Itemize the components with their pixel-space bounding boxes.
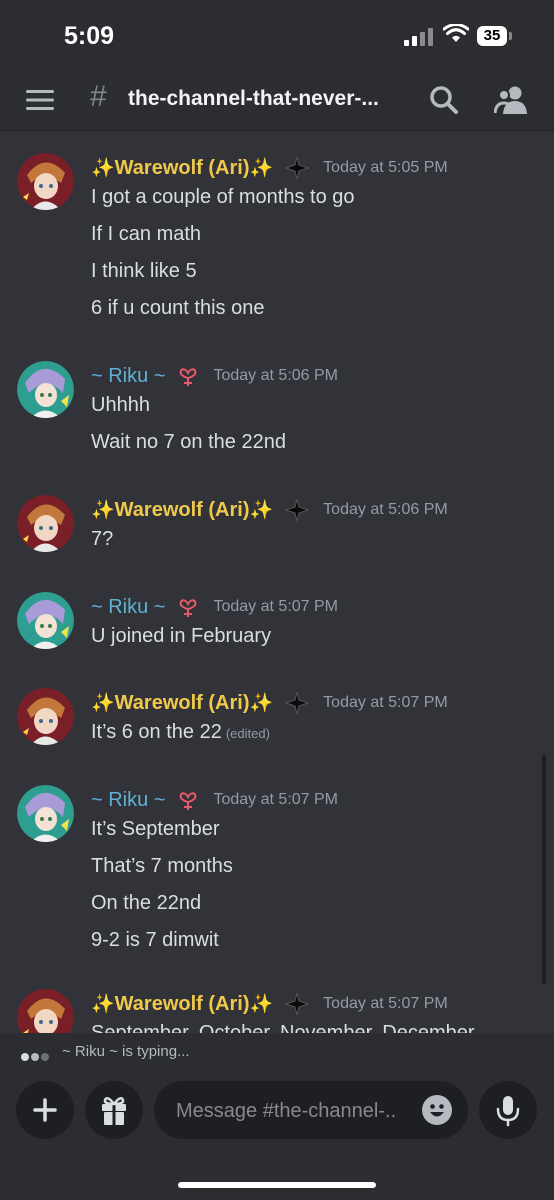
- heart-key-badge-icon: [180, 368, 197, 386]
- message-text: I got a couple of months to go: [91, 186, 355, 208]
- sparkle-icon: ✨: [91, 994, 115, 1015]
- role-badge-icon: [285, 498, 310, 522]
- plus-icon: [33, 1098, 57, 1122]
- message-text-body: It’s 6 on the 22: [91, 721, 222, 743]
- avatar-ari[interactable]: [17, 688, 74, 745]
- username[interactable]: Warewolf (Ari): [115, 993, 250, 1016]
- message-text: Uhhhh: [91, 394, 150, 416]
- channel-hash-icon: #: [90, 80, 107, 113]
- member-list-icon[interactable]: [494, 84, 528, 116]
- username[interactable]: Warewolf (Ari): [115, 499, 250, 522]
- status-bar: 5:09 35: [0, 0, 554, 70]
- message-text: It’s 6 on the 22 (edited): [91, 721, 270, 744]
- voice-message-button[interactable]: [479, 1081, 537, 1139]
- heart-key-badge-icon: [180, 792, 197, 810]
- avatar-riku[interactable]: [17, 361, 74, 418]
- timestamp: Today at 5:07 PM: [213, 791, 338, 808]
- sparkle-icon: ✨: [249, 158, 274, 179]
- heart-key-badge-icon: [180, 599, 197, 617]
- search-icon[interactable]: [428, 84, 460, 116]
- message-text: On the 22nd: [91, 892, 202, 914]
- sparkle-icon: ✨: [249, 693, 274, 714]
- message-input-container: [154, 1081, 468, 1141]
- timestamp: Today at 5:07 PM: [213, 598, 338, 615]
- message-text: 6 if u count this one: [91, 297, 265, 319]
- avatar-riku[interactable]: [17, 785, 74, 842]
- typing-dots-icon: [21, 1048, 51, 1066]
- typing-label: is typing...: [122, 1043, 190, 1060]
- home-indicator[interactable]: [178, 1182, 376, 1188]
- edited-tag: (edited): [225, 726, 270, 741]
- message-text: If I can math: [91, 223, 202, 245]
- scrollbar[interactable]: [542, 755, 546, 985]
- gift-button[interactable]: [85, 1081, 143, 1139]
- sparkle-icon: ✨: [91, 693, 115, 714]
- avatar-ari[interactable]: [17, 495, 74, 552]
- sparkle-icon: ✨: [91, 158, 115, 179]
- microphone-icon: [496, 1096, 520, 1127]
- typing-text: ~ Riku ~ is typing...: [62, 1043, 190, 1060]
- battery-icon: 35: [477, 26, 507, 46]
- message-input[interactable]: [174, 1081, 418, 1141]
- hamburger-menu-icon[interactable]: [26, 88, 54, 112]
- message-text: That’s 7 months: [91, 855, 233, 877]
- message-text: 9-2 is 7 dimwit: [91, 929, 219, 951]
- avatar-ari[interactable]: [17, 989, 74, 1033]
- username[interactable]: ~ Riku ~: [91, 789, 165, 812]
- username[interactable]: ~ Riku ~: [91, 365, 165, 388]
- username[interactable]: Warewolf (Ari): [115, 692, 250, 715]
- timestamp: Today at 5:07 PM: [323, 694, 448, 711]
- avatar-ari[interactable]: [17, 153, 74, 210]
- message-text: 7?: [91, 528, 114, 550]
- message-text: September, October, November, December: [91, 1022, 475, 1033]
- username[interactable]: Warewolf (Ari): [115, 157, 250, 180]
- timestamp: Today at 5:07 PM: [323, 995, 448, 1012]
- emoji-icon[interactable]: [422, 1095, 452, 1125]
- channel-name[interactable]: the-channel-that-never-...: [128, 87, 379, 111]
- cellular-signal-icon: [404, 28, 434, 46]
- message-text: It’s September: [91, 818, 220, 840]
- message-text: U joined in February: [91, 625, 272, 647]
- channel-header: # the-channel-that-never-...: [0, 70, 554, 131]
- timestamp: Today at 5:06 PM: [213, 367, 338, 384]
- timestamp: Today at 5:05 PM: [323, 159, 448, 176]
- avatar-riku[interactable]: [17, 592, 74, 649]
- wifi-icon: [443, 24, 469, 42]
- gift-icon: [102, 1096, 126, 1125]
- message-text: Wait no 7 on the 22nd: [91, 431, 286, 453]
- role-badge-icon: [285, 691, 310, 715]
- sparkle-icon: ✨: [249, 994, 274, 1015]
- message-text: I think like 5: [91, 260, 197, 282]
- battery-tip: [509, 32, 512, 40]
- typing-user: ~ Riku ~: [62, 1043, 118, 1060]
- add-attachment-button[interactable]: [16, 1081, 74, 1139]
- status-time: 5:09: [64, 22, 115, 50]
- sparkle-icon: ✨: [91, 500, 115, 521]
- role-badge-icon: [285, 992, 310, 1016]
- timestamp: Today at 5:06 PM: [323, 501, 448, 518]
- message-list[interactable]: ✨ Warewolf (Ari) ✨ Today at 5:05 PM I go…: [0, 131, 554, 1033]
- role-badge-icon: [285, 156, 310, 180]
- typing-indicator: ~ Riku ~ is typing...: [0, 1033, 554, 1071]
- message-composer: [0, 1071, 554, 1200]
- username[interactable]: ~ Riku ~: [91, 596, 165, 619]
- sparkle-icon: ✨: [249, 500, 274, 521]
